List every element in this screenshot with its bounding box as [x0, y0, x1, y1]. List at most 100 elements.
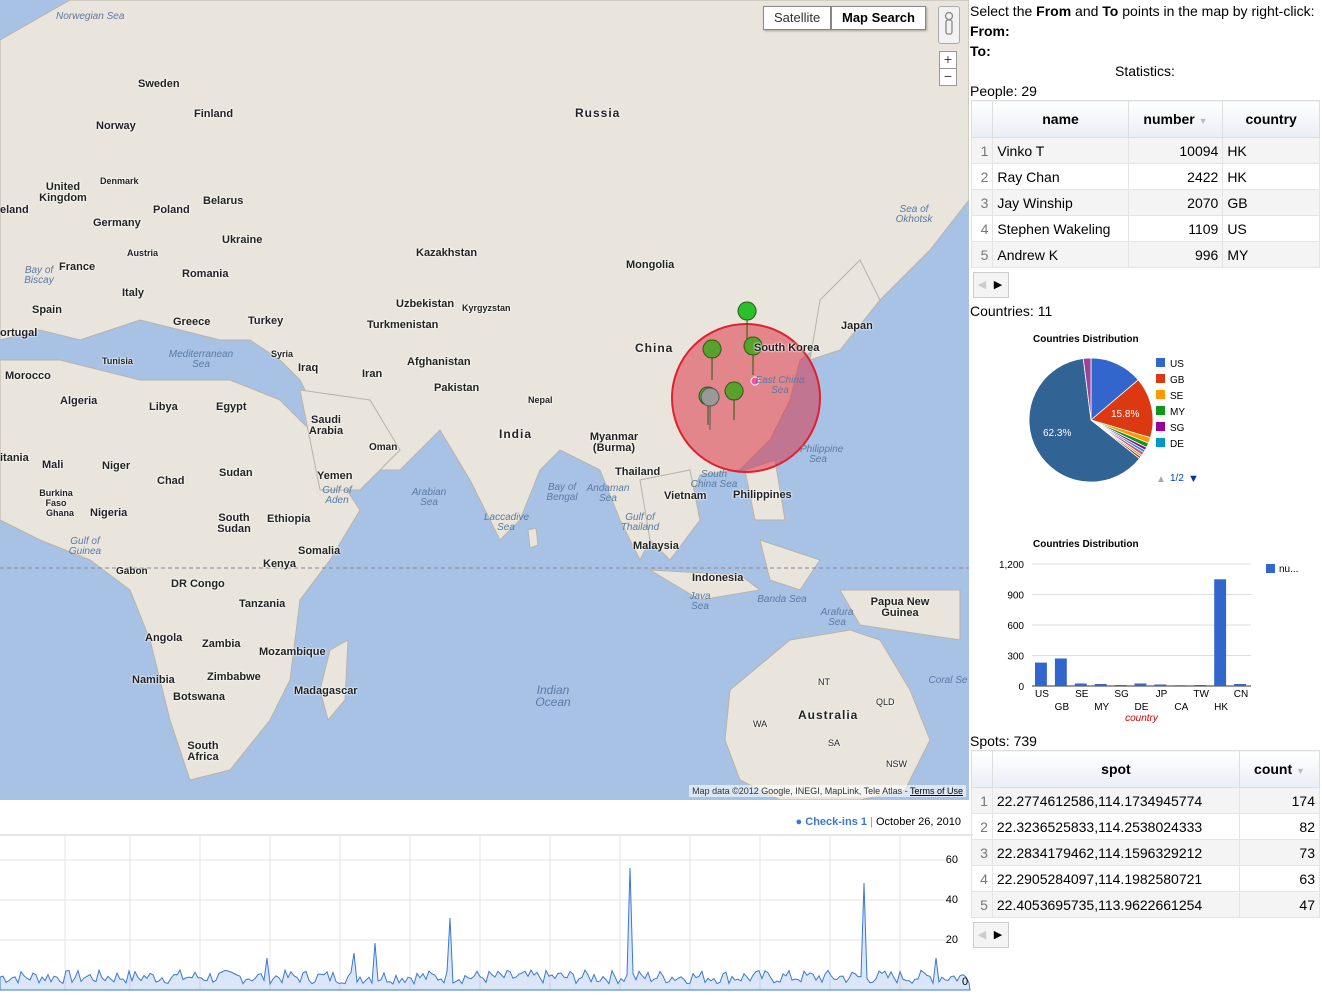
- map-canvas[interactable]: Norwegian Sea Sweden Finland Norway Russ…: [0, 0, 969, 800]
- map-label-nepal: Nepal: [528, 395, 553, 405]
- map-label-bay-of-biscay: Bay of Biscay: [24, 265, 54, 286]
- to-label-text: To: [970, 43, 987, 59]
- person-name: Stephen Wakeling: [992, 215, 1129, 242]
- bar-x-tick: TW: [1193, 689, 1209, 700]
- row-index: 5: [971, 891, 993, 918]
- bar-se[interactable]: [1074, 683, 1087, 687]
- bar-legend-swatch: [1266, 564, 1275, 573]
- bar-jp[interactable]: [1154, 684, 1167, 687]
- legend-label: SG: [1170, 423, 1185, 434]
- row-index: 3: [971, 839, 993, 866]
- statistics-panel: Select the From and To points in the map…: [969, 0, 1322, 996]
- countries-bar-chart[interactable]: 1,200 900 600 300 0 US GB SE MY SG DE JP CA TW HK CN cou…: [969, 550, 1319, 730]
- bar-ca[interactable]: [1174, 685, 1187, 686]
- legend-next-icon[interactable]: ▼: [1188, 473, 1199, 485]
- legend-label: MY: [1170, 407, 1185, 418]
- map-label-tunisia: Tunisia: [102, 356, 133, 366]
- sort-desc-icon: ▼: [1198, 116, 1208, 126]
- table-row[interactable]: 1 Vinko T 10094 HK: [970, 137, 1320, 164]
- table-row[interactable]: 3 Jay Winship 2070 GB: [970, 189, 1320, 216]
- bar-sg[interactable]: [1114, 685, 1127, 686]
- timeline-plot: 60 40 20 0: [0, 834, 973, 991]
- countries-pie-chart[interactable]: 62.3% 15.8% US GB SE MY SG DE ▲ 1/2 ▼: [1029, 345, 1289, 505]
- map-label-east-china-sea: East China Sea: [755, 375, 805, 396]
- map-label-india: India: [499, 427, 533, 441]
- bar-y-tick: 1,200: [999, 560, 1024, 571]
- table-row[interactable]: 5 22.4053695735,113.9622661254 47: [971, 891, 1320, 918]
- legend-swatch: [1156, 438, 1165, 447]
- spot-count: 73: [1239, 839, 1320, 866]
- bar-gb[interactable]: [1054, 658, 1067, 686]
- people-count: People: 29: [970, 83, 1037, 99]
- map-label-russia: Russia: [575, 106, 621, 120]
- people-header-number-label: number: [1143, 111, 1195, 127]
- bar-tw[interactable]: [1194, 685, 1207, 686]
- people-header-name[interactable]: name: [992, 100, 1129, 138]
- person-country: HK: [1222, 163, 1320, 190]
- bar-y-tick: 600: [1007, 621, 1024, 632]
- person-country: MY: [1222, 241, 1320, 268]
- map-label-laccadive-sea: Laccadive Sea: [484, 512, 530, 533]
- checkins-timeline-chart[interactable]: ● Check-ins 1 | October 26, 2010 60 40 2…: [0, 800, 973, 996]
- zoom-in-button[interactable]: +: [939, 51, 957, 69]
- bar-y-tick: 0: [1018, 682, 1024, 693]
- map-search-button[interactable]: Map Search: [831, 6, 926, 30]
- map-label-niger: Niger: [102, 460, 131, 472]
- legend-label: DE: [1170, 439, 1184, 450]
- map-label-austria: Austria: [127, 248, 159, 258]
- table-row[interactable]: 2 Ray Chan 2422 HK: [970, 163, 1320, 190]
- table-row[interactable]: 1 22.2774612586,114.1734945774 174: [971, 787, 1320, 814]
- street-view-pegman-icon[interactable]: [938, 6, 960, 44]
- map-label-belarus: Belarus: [203, 195, 244, 207]
- next-page-icon[interactable]: ▶: [990, 923, 1006, 947]
- bar-y-tick: 900: [1007, 591, 1024, 602]
- bar-hk[interactable]: [1214, 579, 1227, 687]
- spots-count: Spots: 739: [970, 733, 1037, 749]
- person-number: 2422: [1127, 163, 1224, 190]
- map-label-madagascar: Madagascar: [294, 685, 358, 697]
- map-label-nigeria: Nigeria: [90, 507, 128, 519]
- people-header-number[interactable]: number ▼: [1127, 100, 1224, 138]
- spots-header-count[interactable]: count ▼: [1239, 750, 1320, 788]
- map-label-bay-of-bengal: Bay of Bengal: [546, 482, 578, 503]
- person-name: Jay Winship: [992, 189, 1129, 216]
- table-row[interactable]: 4 22.2905284097,114.1982580721 63: [971, 865, 1320, 892]
- map-label-ireland: eland: [0, 204, 29, 216]
- map-label-south-sudan: South Sudan: [217, 512, 251, 535]
- spots-header-spot[interactable]: spot: [991, 750, 1241, 788]
- map-label-south-china-sea: South China Sea: [690, 469, 738, 490]
- bar-de[interactable]: [1134, 683, 1147, 687]
- legend-prev-icon[interactable]: ▲: [1156, 474, 1166, 485]
- spot-coords: 22.4053695735,113.9622661254: [991, 891, 1241, 918]
- map-attribution: Map data ©2012 Google, INEGI, MapLink, T…: [689, 785, 966, 797]
- map-label-namibia: Namibia: [132, 674, 175, 686]
- terms-of-use-link[interactable]: Terms of Use: [910, 786, 963, 796]
- table-row[interactable]: 3 22.2834179462,114.1596329212 73: [971, 839, 1320, 866]
- map-label-zambia: Zambia: [202, 638, 241, 650]
- table-row[interactable]: 2 22.3236525833,114.2538024333 82: [971, 813, 1320, 840]
- person-name: Vinko T: [992, 137, 1129, 164]
- map-label-uzbekistan: Uzbekistan: [396, 298, 455, 310]
- prev-page-icon[interactable]: ◀: [974, 923, 990, 947]
- bar-us[interactable]: [1035, 662, 1047, 686]
- instruction-post: points in the map by right-click:: [1118, 3, 1315, 19]
- bar-my[interactable]: [1094, 684, 1107, 686]
- map-label-japan: Japan: [841, 320, 873, 332]
- people-header-country[interactable]: country: [1222, 100, 1320, 138]
- bar-x-tick: SE: [1075, 689, 1089, 700]
- prev-page-icon[interactable]: ◀: [974, 273, 990, 297]
- spot-coords: 22.3236525833,114.2538024333: [991, 813, 1241, 840]
- satellite-button[interactable]: Satellite: [763, 6, 832, 30]
- next-page-icon[interactable]: ▶: [990, 273, 1006, 297]
- row-index: 2: [971, 813, 993, 840]
- pie-chart-title: Countries Distribution: [1033, 334, 1139, 345]
- countries-count: Countries: 11: [970, 303, 1053, 319]
- map-label-sa: SA: [828, 738, 841, 748]
- bar-cn[interactable]: [1234, 684, 1246, 686]
- spot-coords: 22.2774612586,114.1734945774: [991, 787, 1241, 814]
- table-row[interactable]: 5 Andrew K 996 MY: [970, 241, 1320, 268]
- map-label-gabon: Gabon: [116, 566, 148, 577]
- map-label-tanzania: Tanzania: [239, 598, 286, 610]
- table-row[interactable]: 4 Stephen Wakeling 1109 US: [970, 215, 1320, 242]
- zoom-out-button[interactable]: −: [939, 68, 957, 86]
